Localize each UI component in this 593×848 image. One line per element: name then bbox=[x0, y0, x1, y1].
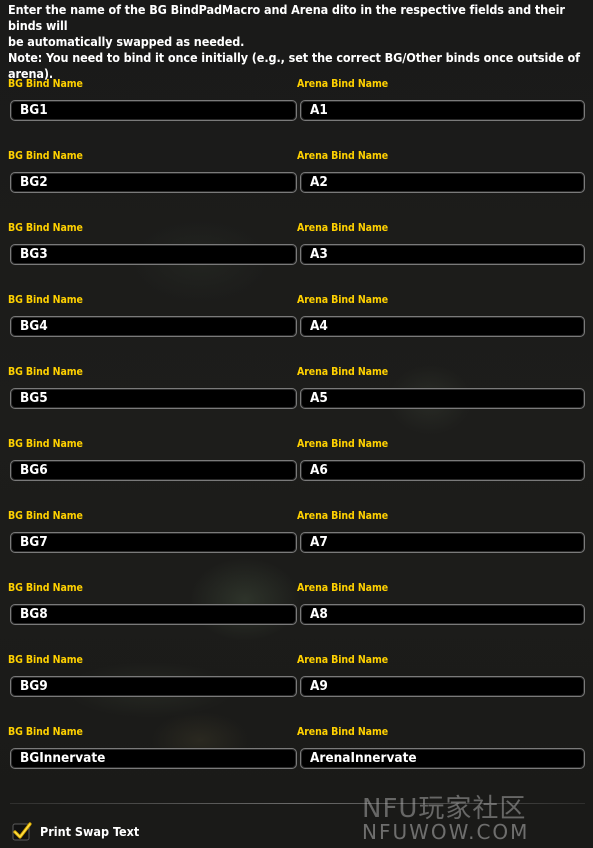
bg-bind-name-input[interactable]: BGInnervate bbox=[10, 748, 297, 769]
bg-bind-name-label: BG Bind Name bbox=[8, 726, 83, 738]
arena-bind-name-input[interactable]: A5 bbox=[300, 388, 585, 409]
watermark: NFU玩家社区 NFUWOW.COM bbox=[360, 788, 590, 846]
bg-bind-name-label: BG Bind Name bbox=[8, 438, 83, 450]
arena-bind-name-input[interactable]: A9 bbox=[300, 676, 585, 697]
bg-bind-name-label: BG Bind Name bbox=[8, 582, 83, 594]
arena-bind-name-label: Arena Bind Name bbox=[297, 726, 389, 738]
instructions-line-2: be automatically swapped as needed. bbox=[8, 34, 245, 49]
arena-bind-name-input[interactable]: A4 bbox=[300, 316, 585, 337]
bg-bind-name-input[interactable]: BG4 bbox=[10, 316, 297, 337]
arena-bind-name-label: Arena Bind Name bbox=[297, 582, 389, 594]
watermark-bottom: NFUWOW.COM bbox=[362, 820, 530, 844]
bg-bind-name-input[interactable]: BG8 bbox=[10, 604, 297, 625]
arena-bind-name-label: Arena Bind Name bbox=[297, 366, 389, 378]
bg-bind-name-input[interactable]: BG1 bbox=[10, 100, 297, 121]
bg-bind-name-label: BG Bind Name bbox=[8, 510, 83, 522]
bg-bind-name-label: BG Bind Name bbox=[8, 78, 83, 90]
arena-bind-name-label: Arena Bind Name bbox=[297, 654, 389, 666]
arena-bind-name-input[interactable]: A1 bbox=[300, 100, 585, 121]
arena-bind-name-input[interactable]: A3 bbox=[300, 244, 585, 265]
bg-bind-name-input[interactable]: BG9 bbox=[10, 676, 297, 697]
instructions-line-1: Enter the name of the BG BindPadMacro an… bbox=[8, 2, 565, 33]
background-scene bbox=[0, 0, 593, 848]
arena-bind-name-label: Arena Bind Name bbox=[297, 438, 389, 450]
arena-bind-name-label: Arena Bind Name bbox=[297, 78, 389, 90]
checkmark-icon bbox=[12, 822, 32, 841]
bg-bind-name-input[interactable]: BG7 bbox=[10, 532, 297, 553]
arena-bind-name-label: Arena Bind Name bbox=[297, 150, 389, 162]
bg-bind-name-label: BG Bind Name bbox=[8, 366, 83, 378]
instructions-text: Enter the name of the BG BindPadMacro an… bbox=[8, 2, 588, 50]
arena-bind-name-label: Arena Bind Name bbox=[297, 510, 389, 522]
bg-bind-name-input[interactable]: BG6 bbox=[10, 460, 297, 481]
bg-bind-name-label: BG Bind Name bbox=[8, 150, 83, 162]
bg-bind-name-label: BG Bind Name bbox=[8, 654, 83, 666]
arena-bind-name-input[interactable]: A8 bbox=[300, 604, 585, 625]
print-swap-label[interactable]: Print Swap Text bbox=[40, 824, 139, 840]
bg-bind-name-input[interactable]: BG2 bbox=[10, 172, 297, 193]
arena-bind-name-input[interactable]: ArenaInnervate bbox=[300, 748, 585, 769]
arena-bind-name-input[interactable]: A7 bbox=[300, 532, 585, 553]
arena-bind-name-label: Arena Bind Name bbox=[297, 294, 389, 306]
bg-bind-name-label: BG Bind Name bbox=[8, 294, 83, 306]
arena-bind-name-input[interactable]: A6 bbox=[300, 460, 585, 481]
arena-bind-name-input[interactable]: A2 bbox=[300, 172, 585, 193]
bg-bind-name-input[interactable]: BG5 bbox=[10, 388, 297, 409]
bg-bind-name-label: BG Bind Name bbox=[8, 222, 83, 234]
print-swap-checkbox[interactable] bbox=[12, 822, 32, 842]
arena-bind-name-label: Arena Bind Name bbox=[297, 222, 389, 234]
bg-bind-name-input[interactable]: BG3 bbox=[10, 244, 297, 265]
